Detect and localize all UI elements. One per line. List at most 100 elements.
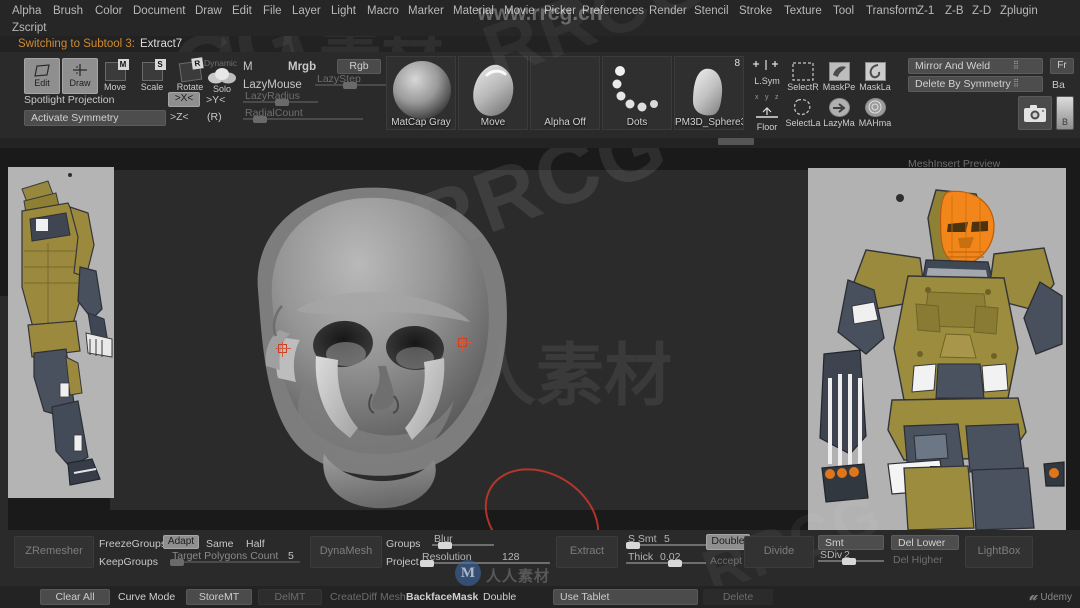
lazystep-slider[interactable]: LazyStep bbox=[315, 73, 387, 89]
reference-image-right[interactable] bbox=[808, 168, 1066, 530]
sdiv-knob[interactable] bbox=[842, 558, 856, 565]
s-smt-slider[interactable]: S Smt 5 bbox=[626, 533, 706, 549]
del-higher-button[interactable]: Del Higher bbox=[893, 554, 943, 566]
selectrect-button[interactable]: SelectR bbox=[786, 58, 820, 92]
front-view-button[interactable]: Fr bbox=[1050, 58, 1074, 74]
clear-all-button[interactable]: Clear All bbox=[40, 589, 110, 605]
viewport[interactable]: RRCG 人人素材 bbox=[110, 148, 810, 530]
radialcount-knob[interactable] bbox=[253, 116, 267, 123]
menu-item-picker[interactable]: Picker bbox=[540, 3, 580, 19]
menu-item-tool[interactable]: Tool bbox=[829, 3, 858, 19]
divide-button[interactable]: Divide bbox=[744, 536, 814, 568]
resolution-knob[interactable] bbox=[420, 560, 434, 567]
zremesher-button[interactable]: ZRemesher bbox=[14, 536, 94, 568]
alpha-thumbnail[interactable]: Alpha Off bbox=[530, 56, 600, 130]
thick-slider[interactable]: Thick 0.02 bbox=[626, 551, 706, 567]
shelf-scrollbar[interactable] bbox=[718, 138, 754, 145]
menu-item-macro[interactable]: Macro bbox=[363, 3, 403, 19]
adapt-button[interactable]: Adapt bbox=[163, 535, 199, 549]
lazystep-knob[interactable] bbox=[343, 82, 357, 89]
target-polygons-slider[interactable]: Target Polygons Count 5 bbox=[170, 550, 300, 566]
activate-symmetry-button[interactable]: Activate Symmetry bbox=[24, 110, 166, 126]
blur-slider[interactable]: Blur bbox=[432, 533, 494, 549]
menu-item-marker[interactable]: Marker bbox=[404, 3, 448, 19]
lazymask-button[interactable]: LazyMa bbox=[822, 94, 856, 128]
menu-item-zd[interactable]: Z-D bbox=[968, 3, 995, 19]
edit-button[interactable]: Edit bbox=[24, 58, 60, 94]
menu-item-edit[interactable]: Edit bbox=[228, 3, 256, 19]
menu-item-brush[interactable]: Brush bbox=[49, 3, 87, 19]
scale-button[interactable]: S Scale bbox=[137, 58, 167, 92]
menu-item-file[interactable]: File bbox=[259, 3, 286, 19]
mrgb-toggle[interactable]: Mrgb bbox=[288, 61, 316, 73]
mirror-and-weld-button[interactable]: Mirror And Weld ⣿ bbox=[908, 58, 1043, 74]
menu-item-movie[interactable]: Movie bbox=[500, 3, 539, 19]
rotate-button[interactable]: R Rotate bbox=[172, 57, 208, 92]
axis-z-label[interactable]: >Z< bbox=[170, 111, 189, 123]
store-mt-button[interactable]: StoreMT bbox=[186, 589, 252, 605]
menu-item-light[interactable]: Light bbox=[327, 3, 360, 19]
menu-item-preferences[interactable]: Preferences bbox=[578, 3, 648, 19]
radialcount-slider[interactable]: RadialCount bbox=[243, 107, 363, 123]
menu-item-document[interactable]: Document bbox=[129, 3, 189, 19]
dynamesh-button[interactable]: DynaMesh bbox=[310, 536, 382, 568]
spotlight-projection-label[interactable]: Spotlight Projection bbox=[24, 94, 114, 106]
same-toggle[interactable]: Same bbox=[206, 538, 233, 550]
snapshot-button[interactable] bbox=[1018, 96, 1052, 130]
lazyradius-knob[interactable] bbox=[275, 99, 289, 106]
backface-mask-toggle[interactable]: BackfaceMask bbox=[406, 591, 478, 603]
lightbox-button[interactable]: LightBox bbox=[965, 536, 1033, 568]
delete-button[interactable]: Delete bbox=[703, 589, 773, 605]
half-toggle[interactable]: Half bbox=[246, 538, 265, 550]
use-tablet-button[interactable]: Use Tablet bbox=[553, 589, 698, 605]
menu-item-layer[interactable]: Layer bbox=[288, 3, 325, 19]
menu-item-stroke[interactable]: Stroke bbox=[735, 3, 776, 19]
reference-image-left[interactable] bbox=[8, 167, 114, 498]
axis-x-button[interactable]: >X< bbox=[168, 92, 200, 107]
curve-mode-toggle[interactable]: Curve Mode bbox=[118, 591, 175, 603]
project-toggle[interactable]: Project bbox=[386, 556, 419, 568]
smt-button[interactable]: Smt bbox=[818, 535, 884, 550]
floor-control[interactable]: x y z Floor bbox=[750, 88, 784, 132]
tool-thumbnail[interactable]: 8 PM3D_Sphere3D bbox=[674, 56, 744, 130]
double-toggle[interactable]: Double bbox=[483, 591, 516, 603]
lsym-control[interactable]: L.Sym bbox=[750, 58, 784, 86]
menu-item-alpha[interactable]: Alpha bbox=[8, 3, 45, 19]
menu-item-texture[interactable]: Texture bbox=[780, 3, 826, 19]
del-mt-button[interactable]: DelMT bbox=[258, 589, 322, 605]
canvas-area[interactable]: RRCG 人人素材 bbox=[0, 148, 1080, 530]
stroke-thumbnail[interactable]: Dots bbox=[602, 56, 672, 130]
meshinsert-preview-label[interactable]: MeshInsert Preview bbox=[908, 158, 1000, 170]
selectlasso-button[interactable]: SelectLa bbox=[785, 94, 821, 128]
keepgroups-toggle[interactable]: KeepGroups bbox=[99, 556, 158, 568]
menu-item-render[interactable]: Render bbox=[645, 3, 691, 19]
maskpen-button[interactable]: MaskPe bbox=[822, 58, 856, 92]
bottom-view-button[interactable]: B bbox=[1056, 96, 1074, 130]
target-polygons-knob[interactable] bbox=[170, 559, 184, 566]
lazyradius-slider[interactable]: LazyRadius bbox=[243, 90, 318, 106]
material-thumbnail[interactable]: MatCap Gray bbox=[386, 56, 456, 130]
blur-knob[interactable] bbox=[438, 542, 452, 549]
create-diff-mesh-button[interactable]: CreateDiff Mesh bbox=[330, 591, 406, 603]
del-lower-button[interactable]: Del Lower bbox=[891, 535, 959, 550]
thick-knob[interactable] bbox=[668, 560, 682, 567]
menu-item-stencil[interactable]: Stencil bbox=[690, 3, 733, 19]
groups-toggle[interactable]: Groups bbox=[386, 538, 420, 550]
menu-item-material[interactable]: Material bbox=[449, 3, 498, 19]
freezegroups-toggle[interactable]: FreezeGroups bbox=[99, 538, 166, 550]
menu-item-zscript[interactable]: Zscript bbox=[8, 20, 51, 36]
back-view-label[interactable]: Ba bbox=[1052, 79, 1065, 91]
solo-button[interactable]: Solo bbox=[206, 67, 238, 95]
accept-button[interactable]: Accept bbox=[710, 555, 742, 567]
menu-item-color[interactable]: Color bbox=[91, 3, 126, 19]
menu-item-zplugin[interactable]: Zplugin bbox=[996, 3, 1042, 19]
sdiv-slider[interactable]: SDiv 2 bbox=[818, 549, 884, 565]
axis-y-label[interactable]: >Y< bbox=[206, 94, 225, 106]
m-toggle[interactable]: M bbox=[243, 61, 253, 73]
move-button[interactable]: M Move bbox=[100, 58, 130, 92]
draw-button[interactable]: Draw bbox=[62, 58, 98, 94]
rgb-toggle[interactable]: Rgb bbox=[337, 59, 381, 74]
mahmask-button[interactable]: MAHma bbox=[858, 94, 892, 128]
extract-button[interactable]: Extract bbox=[556, 536, 618, 568]
axis-r-label[interactable]: (R) bbox=[207, 111, 222, 123]
